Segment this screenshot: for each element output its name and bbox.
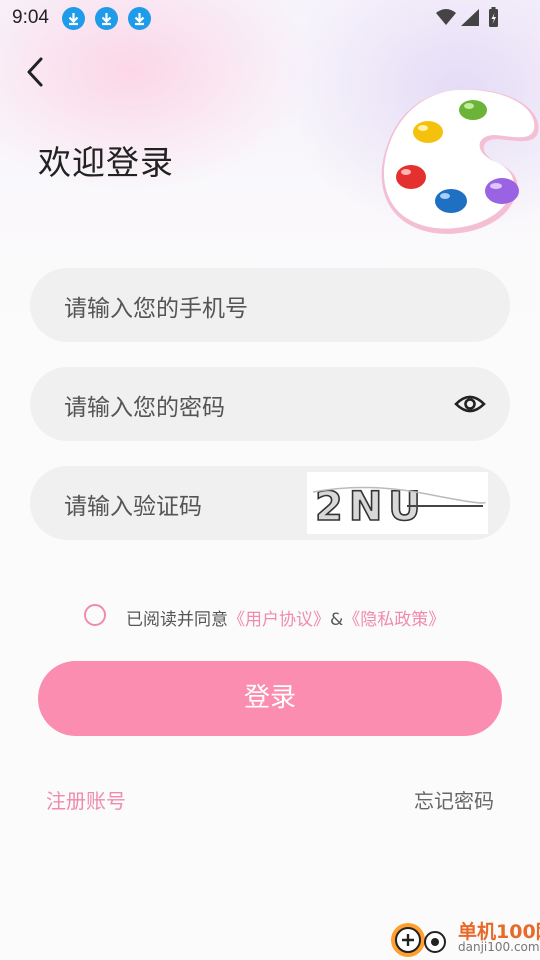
watermark-logo-icon (391, 923, 446, 957)
download-icon (95, 7, 118, 30)
user-agreement-link[interactable]: 《用户协议》 (228, 610, 330, 630)
password-placeholder: 请输入您的密码 (64, 395, 225, 421)
phone-placeholder: 请输入您的手机号 (64, 296, 248, 322)
agreement-checkbox[interactable] (84, 604, 106, 626)
paint-palette-icon (381, 89, 539, 234)
privacy-policy-link[interactable]: 《隐私政策》 (343, 610, 445, 630)
forgot-password-link[interactable]: 忘记密码 (414, 785, 494, 814)
download-icon (128, 7, 151, 30)
phone-input[interactable]: 请输入您的手机号 (30, 268, 510, 342)
status-time: 9:04 (12, 7, 49, 28)
page-title: 欢迎登录 (38, 143, 174, 182)
eye-icon[interactable] (454, 389, 486, 419)
agreement-text: 已阅读并同意《用户协议》&《隐私政策》 (126, 605, 445, 630)
captcha-placeholder: 请输入验证码 (64, 494, 202, 520)
status-bar: 9:04 (0, 0, 540, 36)
download-icon (62, 7, 85, 30)
watermark-url: danji100.com (458, 940, 540, 954)
agreement-prefix: 已阅读并同意 (126, 610, 228, 630)
captcha-input[interactable]: 请输入验证码 2NU (30, 466, 510, 540)
login-button[interactable]: 登录 (38, 661, 502, 736)
captcha-image[interactable]: 2NU (307, 472, 488, 534)
chevron-left-icon (27, 57, 43, 87)
agreement-ampersand: & (330, 610, 344, 630)
register-link[interactable]: 注册账号 (46, 785, 126, 814)
back-button[interactable] (20, 54, 54, 90)
watermark: 单机100网 danji100.com (388, 915, 540, 960)
password-input[interactable]: 请输入您的密码 (30, 367, 510, 441)
signal-battery-icons (436, 7, 498, 27)
